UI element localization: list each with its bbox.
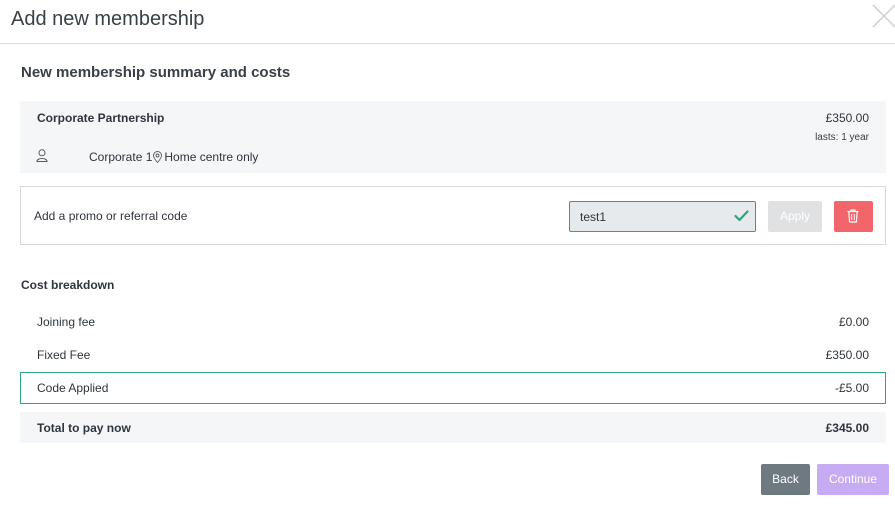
cost-breakdown-title: Cost breakdown [21, 278, 115, 292]
promo-code-section: Add a promo or referral code Apply [20, 186, 886, 245]
user-icon [36, 149, 48, 162]
location-label: Home centre only [164, 150, 259, 164]
promo-code-input[interactable] [570, 202, 730, 231]
delete-code-button[interactable] [834, 201, 873, 232]
apply-button[interactable]: Apply [768, 201, 822, 232]
total-row: Total to pay now £345.00 [20, 412, 886, 443]
plan-detail: Corporate 1 Home centre only [89, 150, 258, 164]
back-button[interactable]: Back [761, 464, 810, 495]
map-pin-icon [152, 151, 163, 164]
cost-row-fixed-fee: Fixed Fee £350.00 [20, 339, 886, 370]
promo-input-wrapper [569, 201, 756, 232]
membership-summary-card: Corporate Partnership £350.00 lasts: 1 y… [20, 101, 886, 173]
cost-row-amount: £0.00 [838, 315, 869, 329]
cost-row-code-applied: Code Applied -£5.00 [20, 372, 886, 404]
cost-row-label: Code Applied [37, 381, 109, 395]
cost-row-joining-fee: Joining fee £0.00 [20, 306, 886, 337]
check-icon [734, 209, 749, 223]
close-icon[interactable] [870, 2, 895, 30]
cost-row-label: Fixed Fee [37, 348, 91, 362]
section-title: New membership summary and costs [21, 64, 291, 81]
total-amount: £345.00 [825, 421, 869, 435]
cost-row-amount: -£5.00 [834, 381, 869, 395]
continue-button[interactable]: Continue [817, 464, 889, 495]
cost-row-label: Joining fee [37, 315, 96, 329]
trash-icon [847, 209, 859, 223]
cost-row-amount: £350.00 [825, 348, 869, 362]
plan-price: £350.00 [825, 111, 869, 125]
modal-title: Add new membership [11, 8, 205, 30]
member-name: Corporate 1 [89, 150, 153, 164]
plan-duration: lasts: 1 year [815, 132, 869, 143]
promo-label: Add a promo or referral code [34, 209, 188, 223]
total-label: Total to pay now [37, 421, 131, 435]
plan-name: Corporate Partnership [37, 111, 165, 125]
modal-header: Add new membership [0, 0, 895, 44]
